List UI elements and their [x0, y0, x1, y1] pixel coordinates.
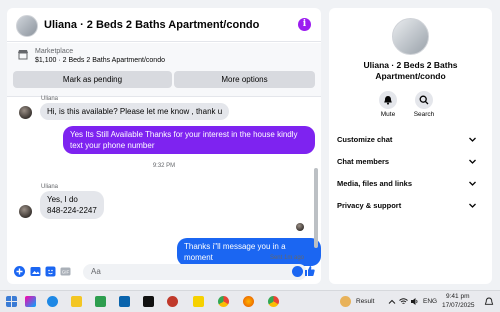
info-icon[interactable]: i: [298, 18, 311, 31]
sender-avatar[interactable]: [19, 106, 32, 119]
chrome-icon[interactable]: [268, 296, 279, 307]
gif-icon[interactable]: GIF: [60, 266, 71, 277]
section-label: Customize chat: [337, 135, 393, 144]
outgoing-message[interactable]: Yes Its Still Available Thanks for your …: [63, 126, 315, 154]
thumbs-up-icon[interactable]: [304, 265, 315, 277]
message-composer: GIF Aa: [7, 260, 321, 284]
media-files-links-section[interactable]: Media, files and links: [329, 174, 492, 194]
mute-button[interactable]: [379, 91, 397, 109]
windows-taskbar: Result ENG 9:41 pm 17/07/2025: [0, 290, 500, 312]
listing-avatar-large[interactable]: [392, 18, 429, 55]
chat-members-section[interactable]: Chat members: [329, 152, 492, 172]
search-button[interactable]: [415, 91, 433, 109]
firefox-icon[interactable]: [243, 296, 254, 307]
chevron-down-icon: [469, 203, 476, 208]
privacy-support-section[interactable]: Privacy & support: [329, 196, 492, 216]
search-icon: [419, 95, 429, 105]
emoji-icon[interactable]: [292, 266, 303, 277]
bell-icon: [384, 96, 392, 105]
store-icon[interactable]: [95, 296, 106, 307]
sticker-icon[interactable]: [45, 266, 56, 277]
message-list: Uliana Hi, is this available? Please let…: [7, 96, 321, 266]
wifi-icon[interactable]: [399, 297, 408, 306]
search-label: Search: [413, 111, 435, 118]
chevron-down-icon: [469, 159, 476, 164]
chevron-down-icon: [469, 137, 476, 142]
windows-start-icon[interactable]: [6, 296, 17, 307]
more-options-button[interactable]: More options: [174, 71, 315, 88]
chat-title[interactable]: Uliana · 2 Beds 2 Baths Apartment/condo: [44, 19, 259, 31]
sticky-notes-icon[interactable]: [193, 296, 204, 307]
message-input-placeholder: Aa: [91, 267, 101, 276]
chat-panel: Uliana · 2 Beds 2 Baths Apartment/condo …: [7, 8, 321, 284]
marketplace-icon: [18, 50, 28, 60]
chat-header: Uliana · 2 Beds 2 Baths Apartment/condo …: [7, 8, 321, 42]
file-explorer-icon[interactable]: [71, 296, 82, 307]
outlook-icon[interactable]: [119, 296, 130, 307]
volume-icon[interactable]: [410, 297, 419, 306]
clock-date[interactable]: 17/07/2025: [442, 302, 475, 309]
image-icon[interactable]: [30, 266, 41, 277]
message-timestamp: 9:32 PM: [152, 163, 176, 169]
marketplace-listing-box: Marketplace $1,100 · 2 Beds 2 Baths Apar…: [7, 43, 321, 97]
sender-avatar[interactable]: [19, 205, 32, 218]
section-label: Chat members: [337, 157, 390, 166]
customize-chat-section[interactable]: Customize chat: [329, 130, 492, 150]
incoming-message[interactable]: Yes, I do 848-224-2247: [40, 191, 104, 219]
svg-text:GIF: GIF: [62, 269, 70, 274]
chevron-down-icon: [469, 181, 476, 186]
listing-avatar[interactable]: [16, 15, 38, 37]
chevron-up-icon[interactable]: [388, 298, 396, 306]
plus-icon[interactable]: [14, 266, 25, 277]
sender-name: Uliana: [41, 96, 59, 102]
section-label: Media, files and links: [337, 179, 413, 188]
section-label: Privacy & support: [337, 201, 402, 210]
tiktok-icon[interactable]: [143, 296, 154, 307]
message-scrollbar[interactable]: [314, 168, 318, 248]
conversation-name: Uliana · 2 Beds 2 Baths Apartment/condo: [363, 60, 458, 81]
chrome-icon[interactable]: [218, 296, 229, 307]
app-icon[interactable]: [167, 296, 178, 307]
message-input[interactable]: Aa: [83, 264, 307, 280]
clock-time[interactable]: 9:41 pm: [446, 293, 470, 300]
listing-summary[interactable]: $1,100 · 2 Beds 2 Baths Apartment/condo: [35, 57, 165, 64]
marketplace-label: Marketplace: [35, 48, 74, 55]
language-indicator[interactable]: ENG: [423, 298, 437, 305]
mark-as-pending-button[interactable]: Mark as pending: [13, 71, 172, 88]
incoming-message[interactable]: Hi, is this available? Please let me kno…: [40, 103, 230, 120]
conversation-info-panel: Uliana · 2 Beds 2 Baths Apartment/condo …: [329, 8, 492, 284]
weather-icon[interactable]: [340, 296, 351, 307]
sender-name: Uliana: [41, 184, 59, 190]
seen-avatar: [296, 223, 304, 231]
edge-icon[interactable]: [47, 296, 58, 307]
widget-label[interactable]: Result: [356, 298, 374, 305]
notification-bell-icon[interactable]: [484, 297, 494, 307]
mute-label: Mute: [380, 111, 396, 118]
copilot-icon[interactable]: [25, 296, 36, 307]
